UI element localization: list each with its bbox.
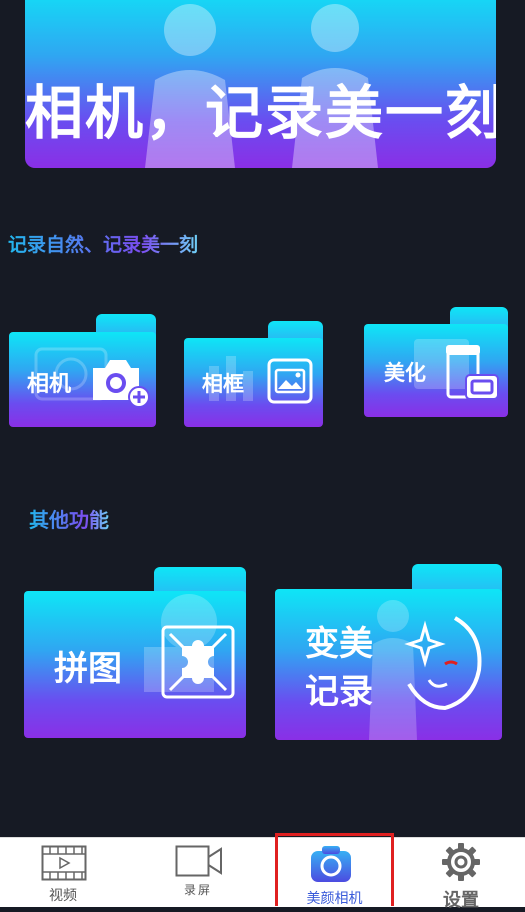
beautify-card-label: 美化 — [384, 361, 426, 385]
tab-video-label: 视频 — [49, 888, 77, 904]
collage-card[interactable]: 拼图 — [24, 567, 246, 738]
camera-card-label: 相机 — [27, 372, 72, 397]
tab-screen-record-label: 录屏 — [183, 883, 212, 897]
gear-icon — [442, 843, 480, 881]
face-sparkle-icon — [404, 616, 482, 711]
frame-card-label: 相框 — [202, 372, 244, 396]
active-tab-highlight — [275, 833, 394, 906]
tab-settings-label: 设置 — [443, 890, 479, 911]
tab-video[interactable]: 视频 — [22, 838, 104, 907]
beautify-card[interactable]: 美化 — [364, 307, 508, 417]
banner-title: 相机，记录美一刻 — [25, 79, 496, 147]
section-title-other: 其他功能 — [29, 504, 109, 533]
section-title-record: 记录自然、记录美一刻 — [8, 230, 198, 257]
puzzle-icon — [161, 625, 235, 699]
picture-frame-icon — [267, 358, 313, 404]
video-camera-icon — [175, 845, 222, 877]
bottom-tab-bar: 视频 录屏 美颜相机 设置 — [0, 837, 525, 911]
film-icon — [41, 845, 87, 881]
top-banner[interactable]: 相机，记录美一刻 — [25, 0, 496, 168]
tab-settings[interactable]: 设置 — [420, 838, 502, 911]
camera-plus-icon — [93, 360, 150, 408]
beauty-record-card[interactable]: 变美 记录 — [275, 564, 502, 740]
beauty-record-label-line1: 变美 — [305, 624, 373, 664]
collage-card-label: 拼图 — [54, 649, 122, 689]
frame-card[interactable]: 相框 — [184, 321, 323, 427]
cosmetics-icon — [446, 345, 499, 400]
camera-card[interactable]: 相机 — [9, 314, 156, 427]
beauty-record-label-line2: 记录 — [305, 672, 373, 712]
tab-screen-record[interactable]: 录屏 — [158, 838, 238, 907]
